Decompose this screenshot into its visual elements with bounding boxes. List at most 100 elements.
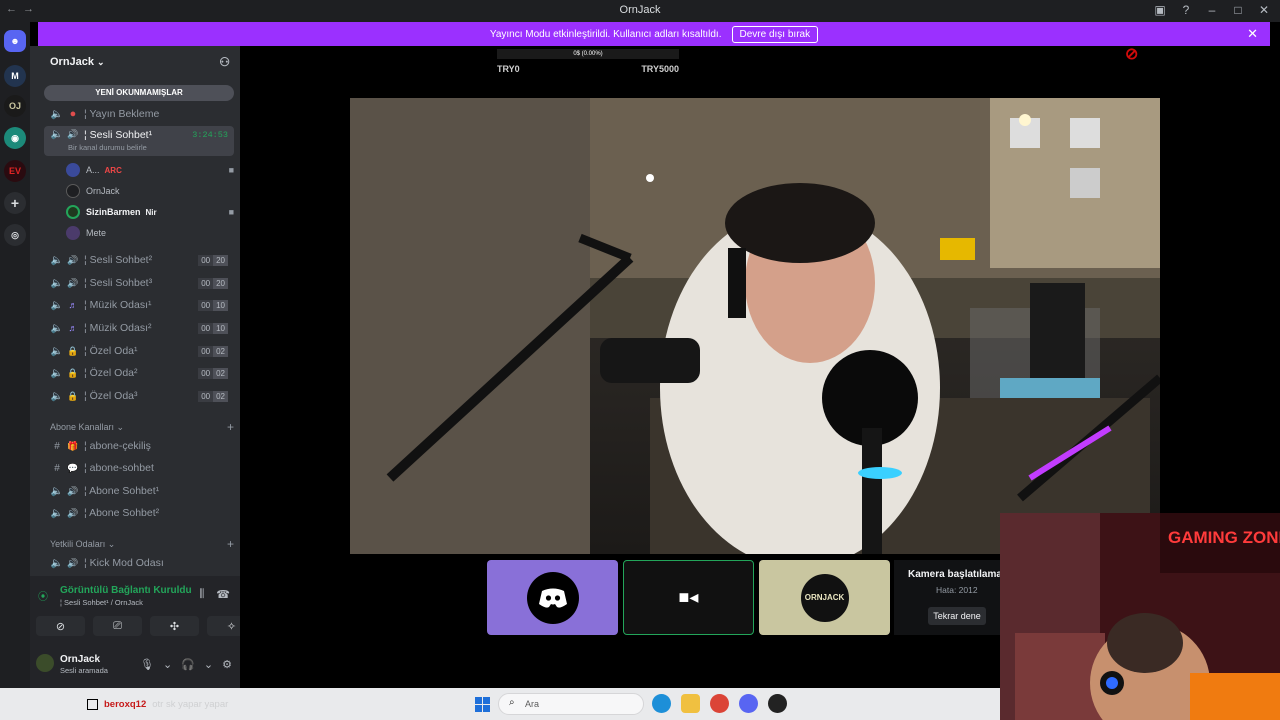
add-channel-icon[interactable]: + [227,420,234,434]
connection-status[interactable]: Görüntülü Bağlantı Kuruldu [60,585,192,596]
help-icon[interactable]: ? [1180,3,1192,17]
avatar[interactable] [36,654,54,672]
ornjack-logo: ORNJACK [798,571,851,624]
voice-user[interactable]: OrnJack [66,181,236,201]
windows-start-icon[interactable] [475,697,490,712]
channel-muzik-odasi-1[interactable]: 🔈 ♬ ¦ Müzik Odası¹ 00 10 [44,295,234,315]
category-label: Yetkili Odaları [50,539,106,549]
headphones-icon[interactable]: 🎧 [181,658,195,671]
obs-icon[interactable] [768,694,787,713]
settings-gear-icon[interactable]: ⚙ [222,658,232,671]
main-video-feed[interactable] [350,98,1160,554]
activities-button[interactable]: ✣ [150,616,199,636]
user-limit-badge: 00 02 [198,390,228,402]
participant-tile[interactable]: ORNJACK [759,560,890,635]
speaker-icon: 🔈 [50,390,64,402]
channel-abone-sohbet-1[interactable]: 🔈 🔊 ¦ Abone Sohbet¹ [44,481,234,501]
lock-icon: 🔒 [67,345,79,356]
server-name: OrnJack [50,56,95,68]
channel-yayin-bekleme[interactable]: 🔈 ● ¦ Yayın Bekleme [44,104,234,124]
user-limit-badge: 00 20 [198,277,228,289]
camera-icon: ■ [228,207,234,217]
edge-icon[interactable] [652,694,671,713]
user-limit-badge: 00 02 [198,345,228,357]
facecam-overlay: GAMING ZONE [1000,513,1280,720]
channel-ozel-oda-2[interactable]: 🔈 🔒 ¦ Özel Oda² 00 02 [44,363,234,383]
volume-icon: 🔊 [67,254,79,265]
maximize-button[interactable]: □ [1232,3,1244,17]
channel-sidebar: OrnJack ⌄ ⚇ YENİ OKUNMAMIŞLAR 🔈 ● ¦ Yayı… [30,46,256,688]
chrome-icon[interactable] [710,694,729,713]
server-header[interactable]: OrnJack ⌄ ⚇ [30,46,240,78]
user-limit-badge: 00 10 [198,299,228,311]
category-abone[interactable]: Abone Kanalları ⌄ + [50,420,234,434]
voice-user[interactable]: A... ARC ■ [66,160,236,180]
channel-ozel-oda-1[interactable]: 🔈 🔒 ¦ Özel Oda¹ 00 02 [44,341,234,361]
user-name: OrnJack [86,186,120,196]
add-channel-icon[interactable]: + [227,537,234,551]
unread-button[interactable]: YENİ OKUNMAMIŞLAR [44,85,234,101]
channel-abone-sohbet[interactable]: # 💬 ¦ abone-sohbet [44,458,234,478]
speaker-icon: 🔈 [50,557,64,569]
add-server-icon[interactable]: + [4,192,26,214]
channel-kick-mod-odasi[interactable]: 🔈 🔊 ¦ Kick Mod Odası [44,553,234,573]
close-icon[interactable]: ✕ [1247,26,1258,42]
goal-max: TRY5000 [641,64,679,74]
minimize-button[interactable]: – [1206,3,1218,17]
streamer-mode-banner: Yayıncı Modu etkinleştirildi. Kullanıcı … [38,22,1270,46]
channel-abone-cekilis[interactable]: # 🎁 ¦ abone-çekiliş [44,436,234,456]
channel-sesli-sohbet-2[interactable]: 🔈 🔊 ¦ Sesli Sohbet² 00 20 [44,250,234,270]
channel-status[interactable]: Bir kanal durumu belirle [68,143,147,152]
channel-sesli-sohbet-3[interactable]: 🔈 🔊 ¦ Sesli Sohbet³ 00 20 [44,273,234,293]
signal-icon[interactable]: ⦿ [38,588,48,603]
home-discord-icon[interactable]: ☻ [4,30,26,52]
taskbar-search[interactable]: ⌕ Ara [498,693,644,715]
microphone-icon[interactable]: 🎙 [140,658,154,671]
voice-user[interactable]: SizinBarmen Nir ■ [66,202,236,222]
participant-tiles: ■◂ ORNJACK [487,560,890,635]
disable-button[interactable]: Devre dışı bırak [731,25,819,43]
channel-name: ¦ Sesli Sohbet² [84,254,153,266]
discord-icon[interactable] [739,694,758,713]
kick-icon [87,699,98,710]
voice-user[interactable]: Mete [66,223,236,243]
channel-name: ¦ abone-sohbet [84,462,154,474]
file-explorer-icon[interactable] [681,694,700,713]
channel-ozel-oda-3[interactable]: 🔈 🔒 ¦ Özel Oda³ 00 02 [44,386,234,406]
chevron-down-icon[interactable]: ⌄ [204,658,213,671]
server-icon-ev[interactable]: EV [4,160,26,182]
camera-off-button[interactable]: ⊘ [36,616,85,636]
close-button[interactable]: ✕ [1258,3,1270,17]
disconnect-icon[interactable]: ☎ [216,588,230,601]
speaker-icon: 🔈 [50,277,64,289]
avatar [66,226,80,240]
error-code: Hata: 2012 [936,585,978,595]
screen-share-button[interactable]: ⎚ [93,616,142,636]
channel-muzik-odasi-2[interactable]: 🔈 ♬ ¦ Müzik Odası² 00 10 [44,318,234,338]
call-timer: 3:24:53 [192,130,228,140]
server-icon-globe[interactable]: ◉ [4,127,26,149]
server-icon-mw[interactable]: M [4,65,26,87]
speaker-icon: 🔈 [50,367,64,379]
voice-buttons: ⊘ ⎚ ✣ ✧ [36,616,256,636]
retry-button[interactable]: Tekrar dene [928,607,986,625]
category-yetkili[interactable]: Yetkili Odaları ⌄ + [50,537,234,551]
explore-icon[interactable]: ◎ [4,224,26,246]
inbox-icon[interactable]: ▣ [1154,3,1166,17]
gaming-zone-sign: GAMING ZONE [1168,528,1280,547]
voice-connection-panel: ⦿ Görüntülü Bağlantı Kuruldu ¦ Sesli Soh… [30,576,256,688]
connection-path: ¦ Sesli Sohbet¹ / OrnJack [60,598,143,607]
user-limit-badge: 00 02 [198,367,228,379]
channel-abone-sohbet-2[interactable]: 🔈 🔊 ¦ Abone Sohbet² [44,503,234,523]
volume-icon: 🔊 [67,277,79,288]
invite-icon[interactable]: ⚇ [219,55,230,69]
user-tag: Nir [145,207,157,217]
participant-tile[interactable] [487,560,618,635]
channel-sesli-sohbet-1[interactable]: 🔈 🔊 ¦ Sesli Sohbet¹ 3:24:53 Bir kanal du… [44,126,234,156]
noise-suppression-icon[interactable]: ⫼ [199,588,204,601]
server-icon-ornjack[interactable]: OJ [4,95,26,117]
participant-tile[interactable]: ■◂ [623,560,754,635]
channel-name: ¦ Abone Sohbet² [84,507,160,519]
chevron-down-icon[interactable]: ⌄ [163,658,172,671]
avatar [66,205,80,219]
